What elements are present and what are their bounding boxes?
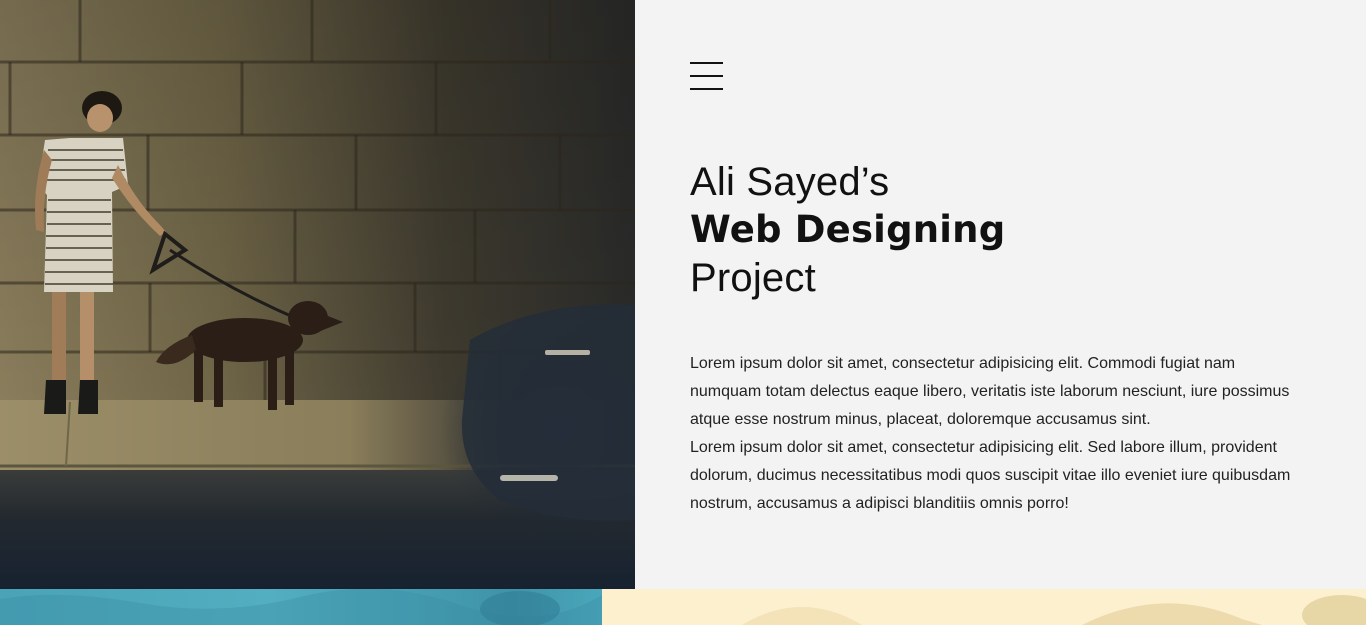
hamburger-menu-icon[interactable]: [690, 61, 724, 91]
hero-description: Lorem ipsum dolor sit amet, consectetur …: [690, 350, 1310, 518]
next-section-teal-image: [0, 589, 602, 625]
menu-bar-middle: [690, 75, 723, 77]
hero-title: Ali Sayed’s Web Designing Project: [690, 158, 1005, 302]
hero-title-line3: Project: [690, 256, 816, 300]
hero-paragraph-1: Lorem ipsum dolor sit amet, consectetur …: [690, 355, 1290, 428]
page: Ali Sayed’s Web Designing Project Lorem …: [0, 0, 1366, 625]
menu-bar-top: [690, 62, 723, 64]
hero-photo: [0, 0, 635, 589]
menu-bar-bottom: [690, 88, 723, 90]
hero-title-line1: Ali Sayed’s: [690, 160, 890, 204]
hero-content: Ali Sayed’s Web Designing Project Lorem …: [635, 0, 1366, 589]
next-section-cream-image: [602, 589, 1366, 625]
hero-title-line2: Web Designing: [690, 208, 1006, 251]
hero-paragraph-2: Lorem ipsum dolor sit amet, consectetur …: [690, 439, 1291, 512]
